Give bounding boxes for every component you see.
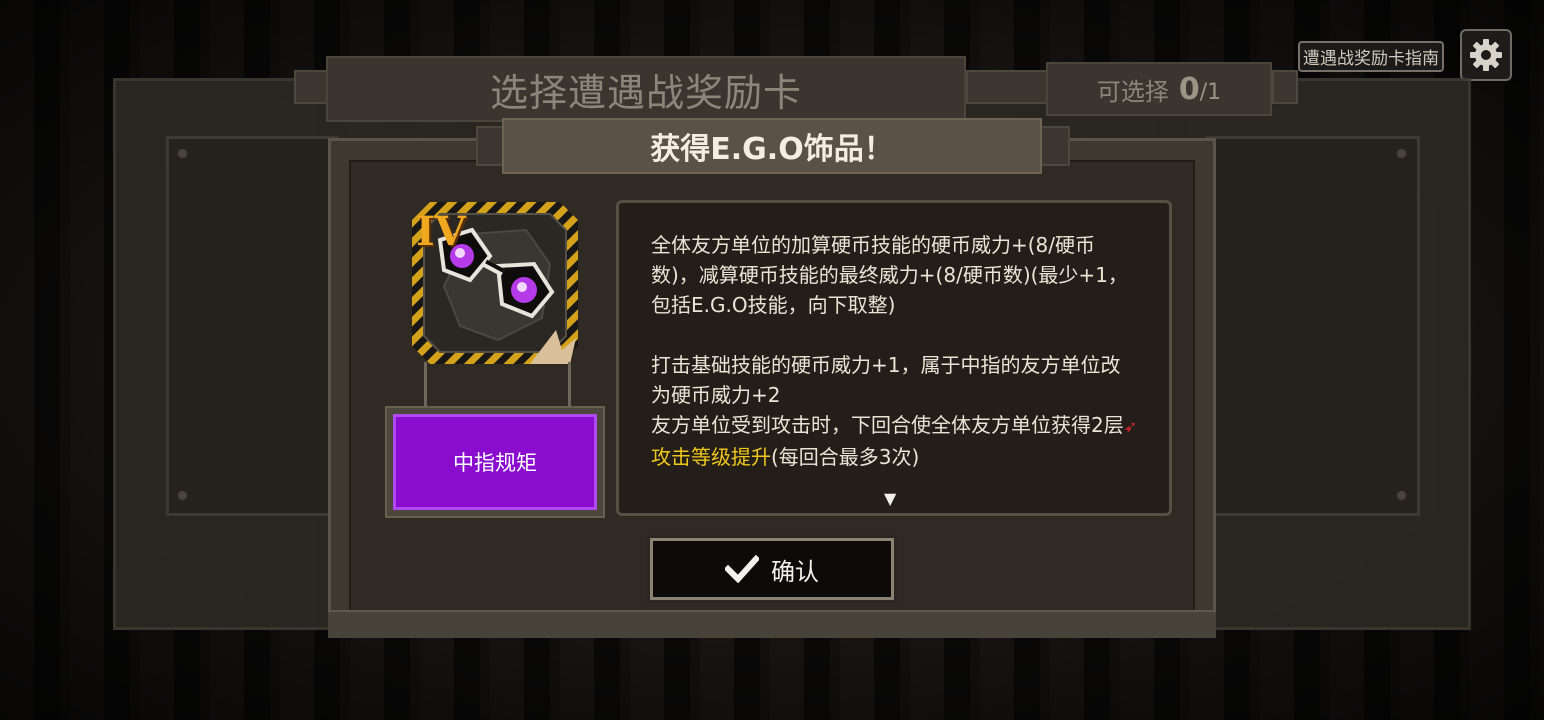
description-text: 全体友方单位的加算硬币技能的硬币威力+(8/硬币数)，减算硬币技能的最终威力+(… bbox=[651, 230, 1139, 472]
pipe-connector bbox=[294, 70, 330, 104]
page-title: 选择遭遇战奖励卡 bbox=[326, 56, 966, 122]
reward-card-guide-button[interactable]: 遭遇战奖励卡指南 bbox=[1298, 41, 1444, 72]
gear-icon bbox=[1470, 39, 1502, 71]
pipe-connector bbox=[966, 70, 1048, 104]
hanging-chain bbox=[568, 362, 571, 408]
reward-card-slot-right bbox=[1206, 136, 1420, 516]
description-paragraph: 打击基础技能的硬币威力+1，属于中指的友方单位改为硬币威力+2 bbox=[651, 353, 1121, 407]
description-paragraph: 友方单位受到攻击时，下回合使全体友方单位获得2层➶攻击等级提升(每回合最多3次) bbox=[651, 413, 1138, 469]
rivet bbox=[177, 148, 188, 159]
confirm-label: 确认 bbox=[771, 557, 819, 586]
pipe-connector bbox=[1272, 70, 1298, 104]
popup-bottom-rail bbox=[328, 610, 1216, 638]
keyword-attack-level-up[interactable]: 攻击等级提升 bbox=[651, 445, 771, 469]
reward-card-slot-left bbox=[166, 136, 338, 516]
item-name-button[interactable]: 中指规矩 bbox=[393, 414, 597, 510]
description-paragraph: 全体友方单位的加算硬币技能的硬币威力+(8/硬币数)，减算硬币技能的最终威力+(… bbox=[651, 233, 1128, 317]
selection-label: 可选择 bbox=[1096, 77, 1169, 106]
selection-counter: 可选择 0/1 bbox=[1046, 62, 1272, 116]
confirm-button[interactable]: 确认 bbox=[647, 535, 897, 603]
hanging-chain bbox=[424, 362, 427, 408]
selection-count: 0/1 bbox=[1178, 71, 1222, 107]
checkmark-icon bbox=[725, 555, 759, 583]
rivet bbox=[177, 490, 188, 501]
settings-button[interactable] bbox=[1460, 29, 1512, 81]
tier-badge: IV bbox=[416, 208, 466, 255]
pipe-connector bbox=[1040, 126, 1070, 166]
attack-level-up-icon: ➶ bbox=[1123, 417, 1138, 436]
rivet bbox=[1396, 490, 1407, 501]
popup-title: 获得E.G.O饰品！ bbox=[502, 118, 1042, 174]
scroll-down-icon[interactable]: ▼ bbox=[884, 489, 896, 508]
rivet bbox=[1396, 148, 1407, 159]
